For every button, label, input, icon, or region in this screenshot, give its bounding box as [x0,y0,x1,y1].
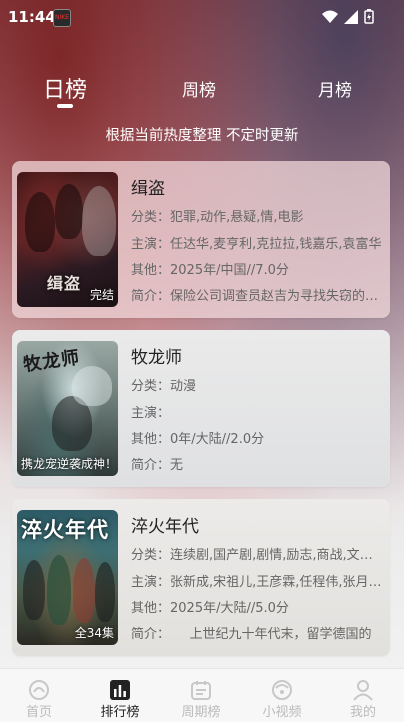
other-label: 其他： [131,263,171,278]
tab-monthly[interactable]: 月榜 [318,76,352,101]
ranking-card[interactable]: 缉盗 完结 缉盗 分类：犯罪,动作,悬疑,情,电影 主演：任达华,麦亨利,克拉拉… [12,161,390,318]
nav-home[interactable]: 首页 [0,669,79,722]
item-summary: 简介：保险公司调查员赵吉为寻找失窃的古董 [131,285,383,304]
home-icon [29,680,49,700]
genre-label: 分类： [131,548,171,563]
other-value: 0年/大陆//2.0分 [170,432,265,447]
genre-label: 分类： [131,210,171,225]
summary-label: 简介： [131,627,164,642]
wifi-icon [322,10,338,23]
item-summary: 简介：无 [131,454,383,473]
signal-icon [344,9,358,24]
item-cast: 主演：张新成,宋祖儿,王彦霖,任程伟,张月,李乃文 [131,571,383,590]
genre-label: 分类： [131,379,171,394]
bottom-navigation: 首页 排行榜 周期榜 小视频 我的 [0,668,404,722]
item-title: 牧龙师 [131,348,182,368]
status-time: 11:44 [8,8,56,26]
cast-label: 主演： [131,237,171,252]
nav-short-video-label: 小视频 [262,705,302,720]
ranking-subtitle: 根据当前热度整理 不定时更新 [105,128,299,144]
poster-figure [95,562,115,622]
poster-title: 牧龙师 [22,347,82,376]
poster-title: 缉盗 [47,274,82,293]
tab-daily[interactable]: 日榜 [43,72,87,104]
genre-value: 连续剧,国产剧,剧情,励志,商战,文学改编 [170,548,383,563]
genre-value: 动漫 [170,379,197,394]
poster-tag: 完结 [89,288,114,302]
nav-period[interactable]: 周期榜 [161,669,241,722]
short-video-icon [272,680,292,700]
active-tab-indicator [57,104,73,108]
nav-short-video[interactable]: 小视频 [242,669,322,722]
item-cast: 主演： [131,402,383,421]
poster-figure [82,186,116,256]
nav-home-label: 首页 [25,705,52,720]
item-title: 缉盗 [131,179,165,199]
summary-label: 简介： [131,289,171,304]
status-icons [322,9,374,24]
calendar-icon [191,681,211,700]
poster-figure [72,366,112,406]
battery-icon [364,9,374,24]
profile-icon [353,680,373,701]
cast-value: 任达华,麦亨利,克拉拉,钱嘉乐,袁富华 [170,237,382,252]
other-value: 2025年/大陆//5.0分 [170,601,289,616]
item-summary: 简介： 上世纪九十年代末，留学德国的 [131,623,383,642]
nav-profile-label: 我的 [349,705,376,720]
item-other: 其他：0年/大陆//2.0分 [131,428,383,447]
other-value: 2025年/中国//7.0分 [170,263,289,278]
other-label: 其他： [131,432,171,447]
poster-tag: 携龙宠逆袭成神！ [21,457,116,471]
poster-image: 缉盗 完结 [17,172,118,307]
summary-value: 无 [170,458,184,473]
nav-ranking[interactable]: 排行榜 [80,669,160,722]
poster-figure [25,192,55,252]
item-other: 其他：2025年/大陆//5.0分 [131,597,383,616]
nav-ranking-label: 排行榜 [100,705,140,720]
ranking-icon [110,680,130,700]
cast-label: 主演： [131,406,171,421]
item-cast: 主演：任达华,麦亨利,克拉拉,钱嘉乐,袁富华 [131,233,383,252]
status-bar: 11:44 NIKE [0,0,404,34]
summary-value: 保险公司调查员赵吉为寻找失窃的古董 [170,289,383,304]
other-label: 其他： [131,601,171,616]
cast-label: 主演： [131,575,171,590]
poster-image: 牧龙师 携龙宠逆袭成神！ [17,341,118,476]
summary-label: 简介： [131,458,171,473]
app-notification-icon: NIKE [53,9,71,27]
nav-period-label: 周期榜 [181,705,221,720]
cast-value: 张新成,宋祖儿,王彦霖,任程伟,张月,李乃文 [170,575,383,590]
poster-image: 淬火年代 全34集 [17,510,118,645]
poster-figure [73,558,95,623]
nav-profile[interactable]: 我的 [323,669,403,722]
ranking-card[interactable]: 牧龙师 携龙宠逆袭成神！ 牧龙师 分类：动漫 主演： 其他：0年/大陆//2.0… [12,330,390,487]
ranking-card[interactable]: 淬火年代 全34集 淬火年代 分类：连续剧,国产剧,剧情,励志,商战,文学改编 … [12,499,390,656]
poster-figure [55,184,83,239]
poster-tag: 全34集 [74,626,114,640]
item-other: 其他：2025年/中国//7.0分 [131,259,383,278]
poster-figure [47,555,71,625]
item-title: 淬火年代 [131,517,199,537]
tab-weekly[interactable]: 周榜 [182,76,216,101]
poster-figure [23,560,45,620]
item-genre: 分类：连续剧,国产剧,剧情,励志,商战,文学改编 [131,544,383,563]
summary-value: 上世纪九十年代末，留学德国的 [163,627,372,642]
genre-value: 犯罪,动作,悬疑,情,电影 [170,210,304,225]
item-genre: 分类：犯罪,动作,悬疑,情,电影 [131,206,383,225]
poster-title: 淬火年代 [21,518,109,542]
item-genre: 分类：动漫 [131,375,383,394]
